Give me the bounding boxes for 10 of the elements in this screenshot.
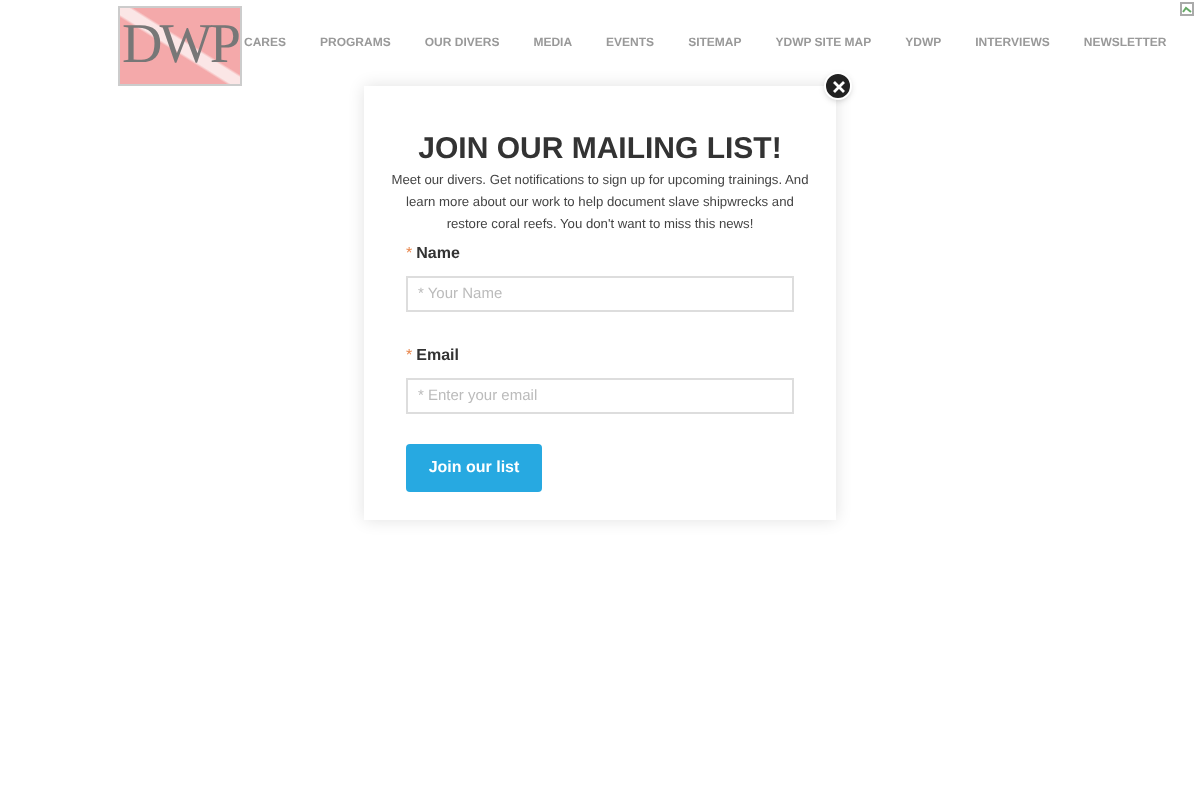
required-mark: * bbox=[406, 242, 413, 266]
field-label: Email bbox=[416, 344, 459, 368]
logo[interactable]: DWP bbox=[118, 6, 242, 86]
field-label: Name bbox=[416, 242, 460, 266]
close-icon bbox=[831, 79, 845, 93]
logo-text: DWP bbox=[121, 18, 239, 74]
popup-title: JOIN OUR MAILING LIST! bbox=[418, 134, 782, 164]
submit-button[interactable]: Join our list bbox=[406, 444, 542, 492]
close-button[interactable] bbox=[824, 72, 852, 100]
required-mark: * bbox=[406, 344, 413, 368]
